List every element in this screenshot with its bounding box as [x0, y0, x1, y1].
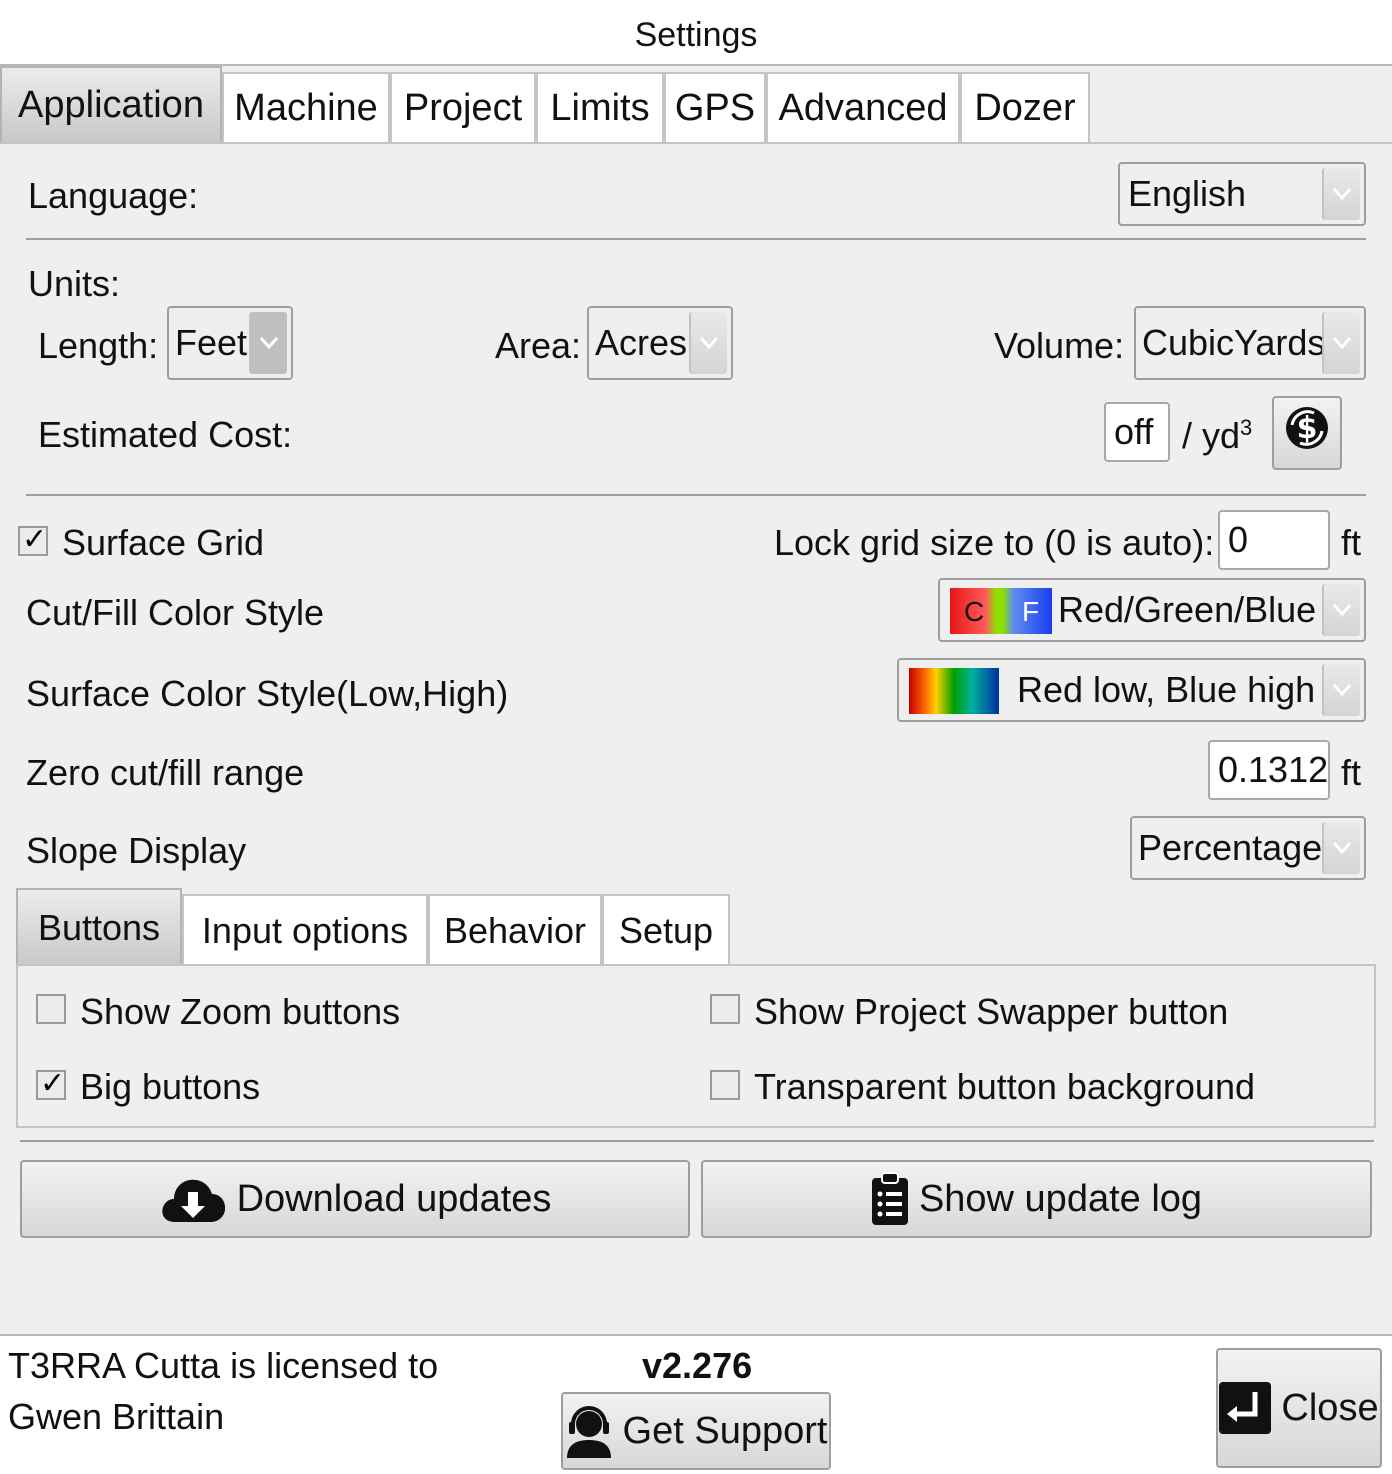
enter-icon	[1219, 1382, 1272, 1434]
cost-unit: / yd3	[1182, 417, 1252, 454]
slope-display-select[interactable]: Percentage	[1130, 816, 1366, 880]
show-swapper-label: Show Project Swapper button	[754, 991, 1229, 1032]
area-select[interactable]: Acres	[587, 306, 733, 380]
currency-icon: $	[1284, 405, 1330, 461]
close-label: Close	[1281, 1386, 1379, 1429]
tab-application[interactable]: Application	[0, 66, 222, 142]
tab-machine[interactable]: Machine	[222, 72, 390, 142]
tab-dozer[interactable]: Dozer	[960, 72, 1090, 142]
chevron-down-icon[interactable]	[1322, 664, 1360, 716]
transparent-bg-label: Transparent button background	[754, 1066, 1255, 1107]
big-buttons-label: Big buttons	[80, 1066, 261, 1107]
title-bar: Settings	[0, 0, 1392, 66]
version-label: v2.276	[642, 1345, 753, 1386]
zero-range-unit: ft	[1341, 752, 1362, 793]
tab-underline	[0, 142, 1392, 144]
subtab-label: Setup	[618, 910, 714, 951]
tab-advanced[interactable]: Advanced	[766, 72, 960, 142]
cut-fill-value: Red/Green/Blue	[1058, 589, 1317, 630]
clipboard-list-icon	[871, 1172, 909, 1226]
surface-grid-label: Surface Grid	[62, 522, 265, 563]
cut-fill-select[interactable]: C F Red/Green/Blue	[938, 578, 1366, 642]
language-value: English	[1128, 173, 1247, 214]
zero-range-label: Zero cut/fill range	[26, 752, 305, 793]
tab-gps[interactable]: GPS	[664, 72, 766, 142]
tab-project[interactable]: Project	[390, 72, 536, 142]
get-support-label: Get Support	[622, 1409, 828, 1452]
close-button[interactable]: Close	[1216, 1348, 1382, 1468]
show-zoom-checkbox[interactable]	[36, 994, 66, 1024]
lock-grid-unit: ft	[1341, 522, 1362, 563]
volume-select[interactable]: CubicYards	[1134, 306, 1366, 380]
volume-value: CubicYards	[1142, 322, 1326, 363]
surface-grid-checkbox[interactable]	[18, 522, 48, 557]
cost-unit-text: / yd	[1182, 415, 1241, 456]
divider	[20, 1140, 1374, 1142]
units-heading: Units:	[28, 263, 121, 304]
subtab-label: Input options	[201, 910, 409, 951]
big-buttons-checkbox[interactable]	[36, 1066, 66, 1101]
chevron-down-icon[interactable]	[1322, 822, 1360, 874]
cost-input[interactable]: off	[1104, 402, 1170, 462]
language-label: Language:	[28, 175, 199, 216]
cut-fill-swatch: C F	[950, 588, 1052, 634]
subtab-input-options[interactable]: Input options	[182, 894, 428, 966]
swatch-cut-label: C	[964, 596, 985, 627]
currency-button[interactable]: $	[1272, 396, 1342, 470]
chevron-down-icon[interactable]	[1322, 312, 1360, 374]
length-value: Feet	[175, 322, 248, 363]
slope-display-label: Slope Display	[26, 830, 247, 871]
subtab-label: Behavior	[443, 910, 587, 951]
tab-limits[interactable]: Limits	[536, 72, 664, 142]
divider	[26, 238, 1366, 240]
swatch-fill-label: F	[1022, 596, 1040, 627]
area-label: Area:	[495, 325, 582, 366]
subtab-buttons[interactable]: Buttons	[16, 888, 182, 966]
area-value: Acres	[595, 322, 688, 363]
surface-color-label: Surface Color Style(Low,High)	[26, 673, 509, 714]
show-zoom-label: Show Zoom buttons	[80, 991, 401, 1032]
length-label: Length:	[38, 325, 159, 366]
cut-fill-label: Cut/Fill Color Style	[26, 592, 325, 633]
tab-label: Machine	[234, 86, 378, 129]
chevron-down-icon[interactable]	[1322, 584, 1360, 636]
license-line-1: T3RRA Cutta is licensed to	[8, 1345, 439, 1386]
lock-grid-input[interactable]: 0	[1218, 510, 1330, 570]
surface-color-select[interactable]: Red low, Blue high	[897, 658, 1366, 722]
show-swapper-checkbox[interactable]	[710, 994, 740, 1024]
divider	[26, 494, 1366, 496]
download-updates-button[interactable]: Download updates	[20, 1160, 690, 1238]
support-agent-icon	[565, 1404, 613, 1458]
surface-color-swatch	[909, 668, 999, 714]
lock-grid-label: Lock grid size to (0 is auto):	[774, 522, 1215, 563]
license-line-2: Gwen Brittain	[8, 1396, 225, 1437]
tab-label: GPS	[674, 86, 756, 129]
zero-range-input[interactable]: 0.1312	[1208, 740, 1330, 800]
tab-label: Project	[403, 86, 523, 129]
subtab-setup[interactable]: Setup	[602, 894, 730, 966]
estimated-cost-label: Estimated Cost:	[38, 414, 293, 455]
slope-display-value: Percentage	[1138, 827, 1323, 868]
cloud-download-icon	[159, 1172, 227, 1226]
tab-label: Advanced	[778, 86, 948, 129]
download-updates-label: Download updates	[236, 1177, 552, 1220]
subtab-label: Buttons	[37, 907, 161, 948]
length-select[interactable]: Feet	[167, 306, 293, 380]
volume-label: Volume:	[994, 325, 1125, 366]
show-update-log-label: Show update log	[918, 1177, 1203, 1220]
show-update-log-button[interactable]: Show update log	[701, 1160, 1372, 1238]
get-support-button[interactable]: Get Support	[561, 1392, 831, 1470]
chevron-down-icon[interactable]	[689, 312, 727, 374]
tab-label: Application	[18, 83, 204, 126]
language-select[interactable]: English	[1118, 162, 1366, 226]
subtab-behavior[interactable]: Behavior	[428, 894, 602, 966]
surface-color-value: Red low, Blue high	[1017, 669, 1316, 710]
tab-label: Dozer	[974, 86, 1076, 129]
chevron-down-icon[interactable]	[249, 312, 287, 374]
tab-label: Limits	[550, 86, 650, 129]
window-title: Settings	[634, 16, 758, 54]
chevron-down-icon[interactable]	[1322, 168, 1360, 220]
transparent-bg-checkbox[interactable]	[710, 1070, 740, 1100]
cost-unit-exponent: 3	[1240, 415, 1253, 440]
